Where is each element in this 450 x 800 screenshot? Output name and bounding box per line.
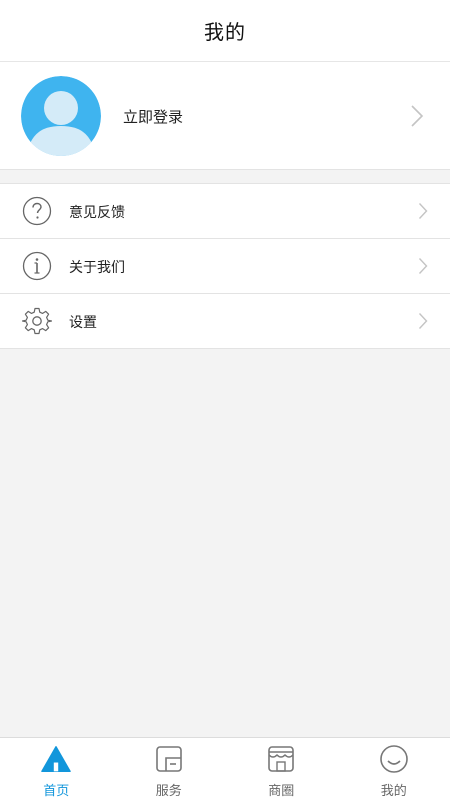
gear-icon bbox=[22, 307, 52, 335]
avatar[interactable] bbox=[21, 76, 101, 156]
profile-login-row[interactable]: 立即登录 bbox=[0, 62, 450, 170]
tab-shop[interactable]: 商圈 bbox=[225, 738, 338, 800]
default-avatar-icon bbox=[21, 76, 101, 156]
menu-label-about: 关于我们 bbox=[69, 260, 125, 276]
menu-item-settings[interactable]: 设置 bbox=[0, 294, 450, 349]
settings-menu: 意见反馈 关于我们 设置 bbox=[0, 183, 450, 349]
smile-face-icon bbox=[379, 745, 408, 773]
info-circle-icon bbox=[22, 251, 52, 281]
home-icon bbox=[41, 745, 72, 773]
app-screen: 我的 立即登录 意见反馈 关于我们 设置 首页 服务 商圈 我的 bbox=[0, 0, 450, 800]
chevron-right-icon bbox=[411, 105, 424, 127]
tab-mine[interactable]: 我的 bbox=[338, 738, 450, 800]
shop-icon bbox=[268, 746, 295, 772]
tab-home[interactable]: 首页 bbox=[0, 738, 113, 800]
tab-label-service: 服务 bbox=[155, 784, 182, 799]
menu-label-settings: 设置 bbox=[69, 315, 97, 331]
menu-label-feedback: 意见反馈 bbox=[69, 205, 125, 221]
page-title: 我的 bbox=[204, 20, 246, 44]
tab-label-home: 首页 bbox=[43, 784, 70, 799]
login-link[interactable]: 立即登录 bbox=[123, 106, 183, 127]
top-bar: 我的 bbox=[0, 0, 450, 62]
tab-label-mine: 我的 bbox=[380, 784, 407, 799]
menu-item-about[interactable]: 关于我们 bbox=[0, 239, 450, 294]
chevron-right-icon bbox=[418, 203, 428, 219]
tab-label-shop: 商圈 bbox=[268, 784, 295, 799]
chevron-right-icon bbox=[418, 258, 428, 274]
service-icon bbox=[155, 746, 182, 772]
bottom-tab-bar: 首页 服务 商圈 我的 bbox=[0, 737, 450, 800]
chevron-right-icon bbox=[418, 313, 428, 329]
question-circle-icon bbox=[22, 196, 52, 226]
menu-item-feedback[interactable]: 意见反馈 bbox=[0, 184, 450, 239]
tab-service[interactable]: 服务 bbox=[113, 738, 226, 800]
